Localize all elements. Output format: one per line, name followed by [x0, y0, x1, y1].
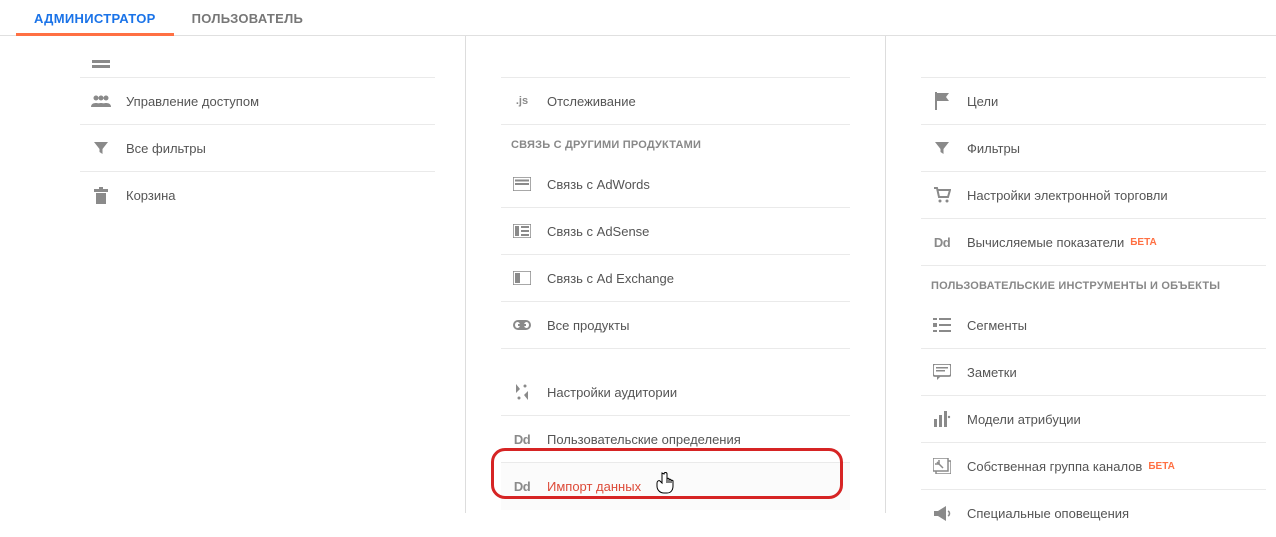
item-all-products[interactable]: Все продукты — [501, 302, 850, 349]
funnel-icon — [931, 137, 953, 159]
section-header-products: СВЯЗЬ С ДРУГИМИ ПРОДУКТАМИ — [501, 125, 850, 161]
item-label: Связь с Ad Exchange — [547, 271, 674, 286]
notes-icon — [931, 361, 953, 383]
funnel-icon — [90, 137, 112, 159]
item-filters[interactable]: Фильтры — [921, 125, 1266, 172]
flag-icon — [931, 90, 953, 112]
trash-icon — [90, 185, 112, 207]
tab-admin-label: АДМИНИСТРАТОР — [34, 11, 156, 26]
tab-admin[interactable]: АДМИНИСТРАТОР — [16, 1, 174, 35]
dd-icon: Dd — [511, 476, 533, 498]
admin-columns: Управление доступом Все фильтры Корзина … — [0, 36, 1276, 513]
dd-icon: Dd — [931, 231, 953, 253]
item-label: Настройки аудитории — [547, 385, 677, 400]
adwords-icon — [511, 173, 533, 195]
item-label: Связь с AdSense — [547, 224, 649, 239]
tab-user[interactable]: ПОЛЬЗОВАТЕЛЬ — [174, 1, 322, 35]
item-label: Связь с AdWords — [547, 177, 650, 192]
item-trash[interactable]: Корзина — [80, 172, 435, 219]
property-column: .js Отслеживание СВЯЗЬ С ДРУГИМИ ПРОДУКТ… — [465, 36, 885, 513]
item-label: Модели атрибуции — [967, 412, 1081, 427]
item-label: Все продукты — [547, 318, 629, 333]
channel-icon — [931, 455, 953, 477]
item-adsense[interactable]: Связь с AdSense — [501, 208, 850, 255]
account-column: Управление доступом Все фильтры Корзина — [0, 36, 465, 513]
item-label: Фильтры — [967, 141, 1020, 156]
item-label: Управление доступом — [126, 94, 259, 109]
tab-user-label: ПОЛЬЗОВАТЕЛЬ — [192, 11, 304, 26]
item-truncated-top[interactable] — [921, 56, 1266, 78]
item-truncated-top[interactable] — [80, 56, 435, 78]
beta-badge: БЕТА — [1148, 461, 1175, 472]
item-access-management[interactable]: Управление доступом — [80, 78, 435, 125]
list-icon — [90, 56, 112, 78]
item-attribution-models[interactable]: Модели атрибуции — [921, 396, 1266, 443]
link-icon — [511, 314, 533, 336]
tabs-bar: АДМИНИСТРАТОР ПОЛЬЗОВАТЕЛЬ — [0, 0, 1276, 36]
item-channel-groupings[interactable]: Собственная группа каналов БЕТА — [921, 443, 1266, 490]
item-label: Импорт данных — [547, 479, 641, 494]
item-label: Корзина — [126, 188, 176, 203]
audience-icon — [511, 381, 533, 403]
megaphone-icon — [931, 503, 953, 525]
item-label: Все фильтры — [126, 141, 206, 156]
users-icon — [90, 90, 112, 112]
item-label: Настройки электронной торговли — [967, 188, 1168, 203]
item-notes[interactable]: Заметки — [921, 349, 1266, 396]
section-header-tools: ПОЛЬЗОВАТЕЛЬСКИЕ ИНСТРУМЕНТЫ И ОБЪЕКТЫ — [921, 266, 1266, 302]
item-label: Собственная группа каналов — [967, 459, 1142, 474]
js-icon: .js — [511, 90, 533, 112]
item-ecommerce-settings[interactable]: Настройки электронной торговли — [921, 172, 1266, 219]
item-label: Пользовательские определения — [547, 432, 741, 447]
item-label: Цели — [967, 94, 998, 109]
adexchange-icon — [511, 267, 533, 289]
cart-icon — [931, 184, 953, 206]
item-tracking[interactable]: .js Отслеживание — [501, 78, 850, 125]
item-label: Заметки — [967, 365, 1017, 380]
view-column: Цели Фильтры Настройки электронной торго… — [885, 36, 1276, 513]
item-label: Отслеживание — [547, 94, 636, 109]
dd-icon: Dd — [511, 428, 533, 450]
item-adwords[interactable]: Связь с AdWords — [501, 161, 850, 208]
item-audience-settings[interactable]: Настройки аудитории — [501, 369, 850, 416]
item-adexchange[interactable]: Связь с Ad Exchange — [501, 255, 850, 302]
bars-icon — [931, 408, 953, 430]
adsense-icon — [511, 220, 533, 242]
segments-icon — [931, 314, 953, 336]
item-label: Вычисляемые показатели — [967, 235, 1124, 250]
item-label: Специальные оповещения — [967, 506, 1129, 521]
item-all-filters[interactable]: Все фильтры — [80, 125, 435, 172]
item-data-import[interactable]: Dd Импорт данных — [501, 463, 850, 510]
item-label: Сегменты — [967, 318, 1027, 333]
item-segments[interactable]: Сегменты — [921, 302, 1266, 349]
item-custom-alerts[interactable]: Специальные оповещения — [921, 490, 1266, 537]
item-custom-definitions[interactable]: Dd Пользовательские определения — [501, 416, 850, 463]
item-truncated-top[interactable] — [501, 56, 850, 78]
beta-badge: БЕТА — [1130, 237, 1157, 248]
item-goals[interactable]: Цели — [921, 78, 1266, 125]
item-calculated-metrics[interactable]: Dd Вычисляемые показатели БЕТА — [921, 219, 1266, 266]
